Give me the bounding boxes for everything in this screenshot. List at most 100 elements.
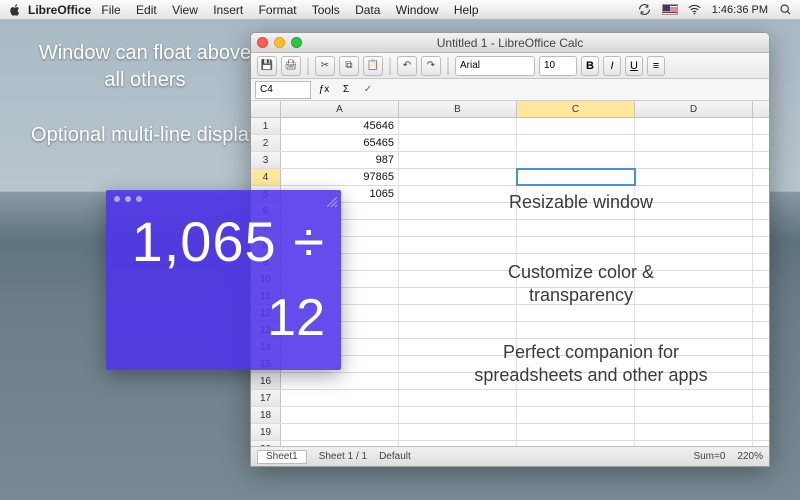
cell[interactable] [635,322,753,338]
row-header[interactable]: 3 [251,152,281,168]
cell[interactable] [399,135,517,151]
redo-icon[interactable]: ↷ [421,56,441,76]
calculator-float-window[interactable]: 1,065 ÷ 12 [106,190,341,370]
app-name[interactable]: LibreOffice [28,3,91,17]
menu-insert[interactable]: Insert [213,3,243,17]
cell[interactable] [517,169,635,185]
cell[interactable]: 65465 [281,135,399,151]
row-header[interactable]: 20 [251,441,281,446]
cell[interactable] [517,220,635,236]
row-header[interactable]: 18 [251,407,281,423]
cell[interactable]: 987 [281,152,399,168]
spotlight-icon[interactable] [778,3,792,17]
copy-icon[interactable]: ⧉ [339,56,359,76]
paste-icon[interactable]: 📋 [363,56,383,76]
menu-data[interactable]: Data [355,3,380,17]
cell[interactable] [635,220,753,236]
cell[interactable] [635,441,753,446]
cell[interactable] [517,118,635,134]
save-icon[interactable]: 💾 [257,56,277,76]
align-left-icon[interactable]: ≡ [647,56,665,76]
cell[interactable] [635,390,753,406]
cell[interactable] [399,152,517,168]
cell[interactable] [635,118,753,134]
window-titlebar[interactable]: Untitled 1 - LibreOffice Calc [251,33,769,53]
zoom-level[interactable]: 220% [737,451,763,462]
cell[interactable] [635,135,753,151]
menu-window[interactable]: Window [396,3,439,17]
menu-tools[interactable]: Tools [312,3,340,17]
bold-button[interactable]: B [581,56,599,76]
menu-file[interactable]: File [101,3,120,17]
cell[interactable] [399,322,517,338]
row-header[interactable]: 4 [251,169,281,185]
cell[interactable] [281,373,399,389]
cell[interactable] [635,424,753,440]
cell[interactable] [517,441,635,446]
cell[interactable] [399,169,517,185]
menu-format[interactable]: Format [259,3,297,17]
row-header[interactable]: 19 [251,424,281,440]
cell[interactable] [281,424,399,440]
resize-handle-icon[interactable] [327,194,337,204]
col-header-a[interactable]: A [281,101,399,117]
cell[interactable] [635,152,753,168]
cell[interactable] [399,118,517,134]
cell[interactable] [517,237,635,253]
row-header[interactable]: 17 [251,390,281,406]
cell[interactable] [399,220,517,236]
italic-button[interactable]: I [603,56,621,76]
cell[interactable] [399,407,517,423]
cell[interactable] [281,407,399,423]
function-wizard-icon[interactable]: ƒx [315,81,333,99]
select-all-corner[interactable] [251,101,281,117]
calc-minimize-button[interactable] [125,196,131,202]
cell[interactable] [399,424,517,440]
cell[interactable] [635,407,753,423]
apple-menu-icon[interactable] [8,3,22,17]
cell[interactable] [399,390,517,406]
accept-icon[interactable]: ✓ [359,81,377,99]
menu-edit[interactable]: Edit [136,3,157,17]
cell[interactable] [281,390,399,406]
cut-icon[interactable]: ✂ [315,56,335,76]
menubar-time[interactable]: 1:46:36 PM [712,4,768,16]
cell[interactable] [635,237,753,253]
font-size-select[interactable]: 10 [539,56,577,76]
cell[interactable] [635,169,753,185]
menu-help[interactable]: Help [454,3,479,17]
print-icon[interactable]: 🖨 [281,56,301,76]
calc-line-2: 12 [106,288,333,348]
sheet-tab[interactable]: Sheet1 [257,450,307,464]
underline-button[interactable]: U [625,56,643,76]
sum-icon[interactable]: Σ [337,81,355,99]
cell[interactable] [517,152,635,168]
wifi-icon[interactable] [688,3,702,17]
undo-icon[interactable]: ↶ [397,56,417,76]
row-header[interactable]: 16 [251,373,281,389]
menu-view[interactable]: View [172,3,198,17]
column-headers: A B C D [251,101,769,118]
calc-zoom-button[interactable] [136,196,142,202]
cell[interactable] [399,441,517,446]
cell[interactable] [517,407,635,423]
col-header-d[interactable]: D [635,101,753,117]
col-header-b[interactable]: B [399,101,517,117]
cell[interactable]: 97865 [281,169,399,185]
cell[interactable] [281,441,399,446]
sync-icon[interactable] [638,3,652,17]
cell[interactable] [399,237,517,253]
input-source-flag-icon[interactable] [662,4,678,15]
row-header[interactable]: 1 [251,118,281,134]
promo-line-2: Optional multi-line display [30,122,260,149]
cell[interactable] [517,390,635,406]
col-header-c[interactable]: C [517,101,635,117]
calc-close-button[interactable] [114,196,120,202]
font-name-select[interactable]: Arial [455,56,535,76]
cell[interactable]: 45646 [281,118,399,134]
cell[interactable] [517,424,635,440]
row-header[interactable]: 2 [251,135,281,151]
cell-reference-box[interactable]: C4 [255,81,311,99]
cell[interactable] [517,322,635,338]
cell[interactable] [517,135,635,151]
